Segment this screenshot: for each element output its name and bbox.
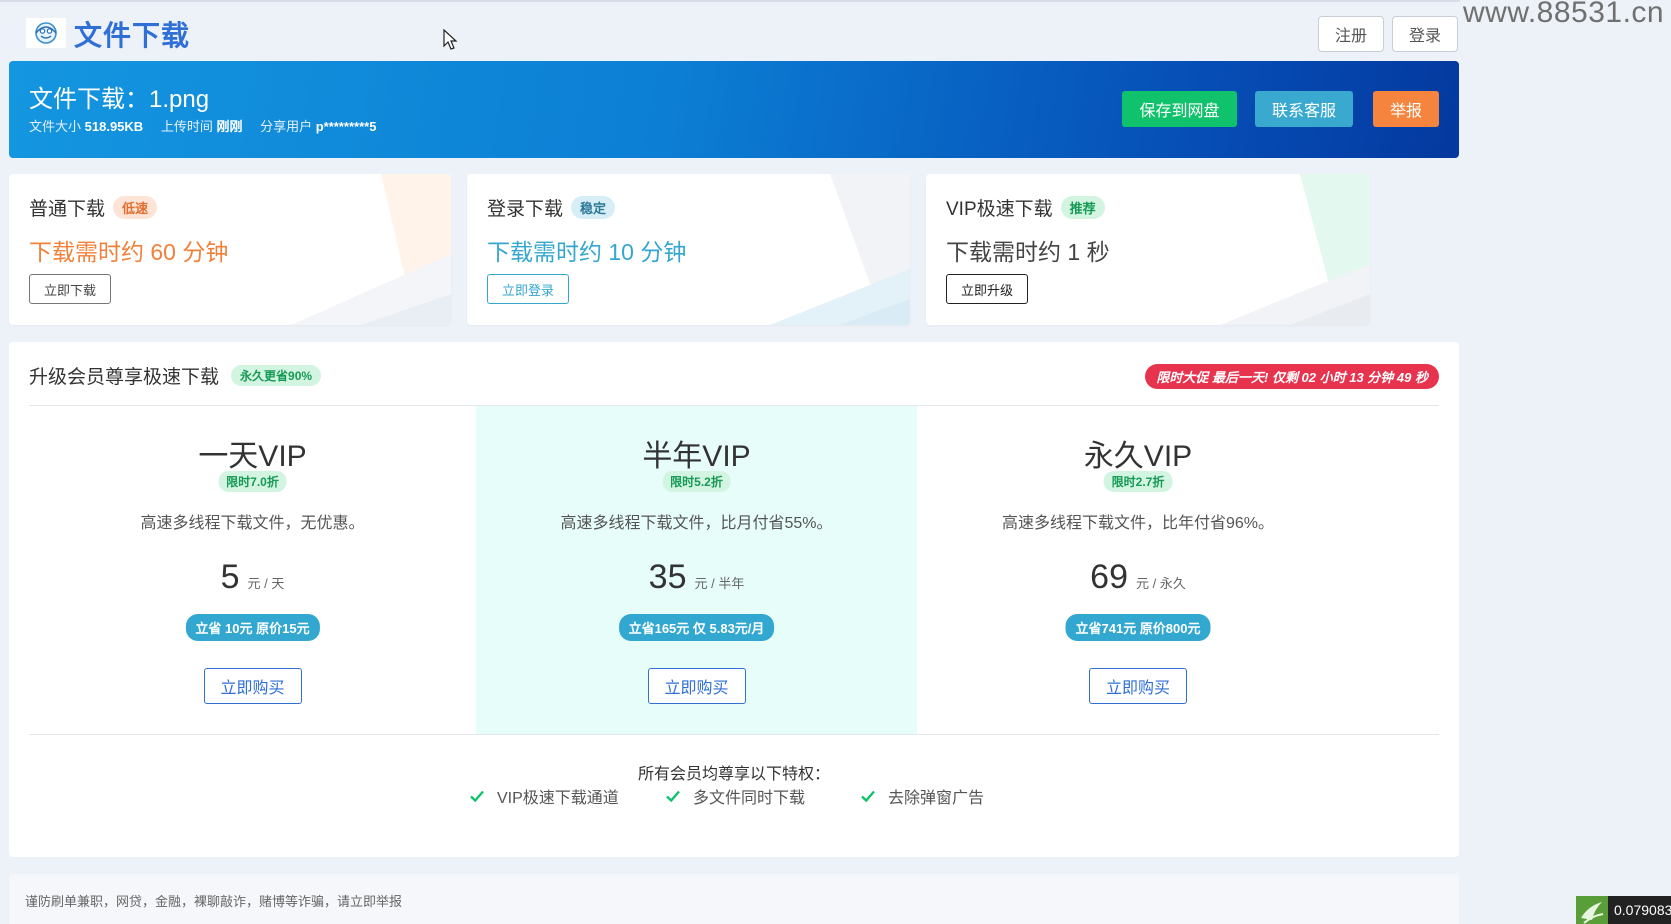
buy-one-day-button[interactable]: 立即购买: [203, 668, 302, 704]
check-icon: [666, 790, 680, 803]
check-icon: [470, 790, 484, 803]
plan-description: 高速多线程下载文件，无优惠。: [140, 515, 365, 532]
perk-label: 多文件同时下载: [693, 790, 806, 807]
header: 文件下载 注册 登录: [0, 2, 1460, 60]
report-button[interactable]: 举报: [1373, 91, 1439, 127]
normal-download-card: 普通下载 低速 下载需时约 60 分钟 立即下载: [9, 174, 451, 325]
site-title[interactable]: 文件下载: [74, 14, 190, 54]
plan-description: 高速多线程下载文件，比年付省96%。: [1001, 515, 1275, 532]
file-size-value: 518.95KB: [84, 119, 144, 134]
plan-discount-badge: 限时5.2折: [662, 471, 731, 492]
price-unit: 元 / 天: [247, 576, 285, 591]
promo-countdown-badge: 限时大促 最后一天! 仅剩 02 小时 13 分钟 49 秒: [1145, 364, 1439, 389]
file-info-banner: 文件下载：1.png 文件大小 518.95KB 上传时间 刚刚 分享用户 p*…: [9, 61, 1459, 158]
speed-tag: 推荐: [1060, 196, 1105, 219]
price-number: 69: [1090, 558, 1128, 596]
plan-name: 半年VIP: [642, 440, 751, 473]
plan-discount-badge: 限时7.0折: [218, 471, 287, 492]
login-download-card: 登录下载 稳定 下载需时约 10 分钟 立即登录: [467, 174, 910, 325]
check-icon: [861, 790, 875, 803]
contact-support-button[interactable]: 联系客服: [1255, 91, 1353, 127]
file-meta: 文件大小 518.95KB 上传时间 刚刚 分享用户 p*********5: [29, 116, 390, 135]
vip-upgrade-section: 升级会员尊享极速下载 永久更省90% 限时大促 最后一天! 仅剩 02 小时 1…: [9, 342, 1459, 857]
price-number: 5: [220, 558, 240, 596]
login-download-button[interactable]: 立即登录: [487, 274, 569, 304]
plan-savings-badge: 立省741元 原价800元: [1065, 614, 1211, 641]
price-unit: 元 / 半年: [694, 576, 745, 591]
plan-price: 69 元 / 永久: [917, 558, 1359, 597]
download-time: 下载需时约 1 秒: [946, 239, 1110, 265]
vip-title-tag: 永久更省90%: [231, 365, 322, 386]
perk-label: 去除弹窗广告: [888, 790, 985, 807]
buy-half-year-button[interactable]: 立即购买: [647, 668, 746, 704]
upload-time-label: 上传时间: [160, 119, 213, 134]
speed-tag: 低速: [113, 196, 158, 219]
register-button[interactable]: 注册: [1318, 16, 1384, 52]
speed-tag: 稳定: [571, 196, 616, 219]
fraud-warning-text: 谨防刷单兼职，网贷，金融，裸聊敲诈，赌博等诈骗，请立即举报: [25, 894, 403, 909]
plan-lifetime: 永久VIP 限时2.7折 高速多线程下载文件，比年付省96%。 69 元 / 永…: [917, 406, 1359, 734]
card-decoration-icon: [291, 174, 451, 325]
plan-half-year: 半年VIP 限时5.2折 高速多线程下载文件，比月付省55%。 35 元 / 半…: [476, 406, 917, 734]
download-time: 下载需时约 10 分钟: [487, 239, 687, 265]
vip-section-title: 升级会员尊享极速下载: [29, 367, 220, 388]
app-tray-icon[interactable]: [1576, 896, 1608, 924]
footer: 谨防刷单兼职，网贷，金融，裸聊敲诈，赌博等诈骗，请立即举报: [9, 874, 1459, 924]
card-title: 普通下载: [29, 199, 106, 220]
mouse-cursor-icon: [443, 29, 458, 50]
plan-name: 永久VIP: [1083, 440, 1193, 473]
divider: [29, 734, 1439, 735]
perks-title: 所有会员均尊享以下特权：: [637, 766, 830, 783]
plan-price: 35 元 / 半年: [476, 558, 917, 597]
normal-download-button[interactable]: 立即下载: [29, 274, 111, 304]
plan-name: 一天VIP: [198, 440, 307, 473]
plan-savings-badge: 立省 10元 原价15元: [185, 614, 320, 641]
plan-price: 5 元 / 天: [29, 558, 476, 597]
plan-description: 高速多线程下载文件，比月付省55%。: [560, 515, 833, 532]
share-user-label: 分享用户: [260, 119, 313, 134]
perk-item: 多文件同时下载: [665, 784, 805, 808]
card-title: 登录下载: [487, 199, 564, 220]
file-title: 文件下载：1.png: [29, 86, 210, 113]
card-title: VIP极速下载: [946, 199, 1053, 220]
plan-one-day: 一天VIP 限时7.0折 高速多线程下载文件，无优惠。 5 元 / 天 立省 1…: [29, 406, 476, 734]
card-decoration-icon: [770, 174, 910, 325]
site-logo[interactable]: [26, 18, 66, 48]
mascot-logo-icon: [35, 22, 57, 44]
download-time: 下载需时约 60 分钟: [29, 239, 229, 265]
price-number: 35: [648, 558, 687, 596]
perk-item: 去除弹窗广告: [860, 784, 984, 808]
perk-label: VIP极速下载通道: [497, 790, 619, 807]
card-decoration-icon: [1220, 174, 1370, 325]
plan-discount-badge: 限时2.7折: [1103, 471, 1173, 492]
upgrade-button[interactable]: 立即升级: [946, 274, 1028, 304]
buy-lifetime-button[interactable]: 立即购买: [1089, 668, 1187, 704]
plan-savings-badge: 立省165元 仅 5.83元/月: [618, 614, 775, 641]
corner-counter: 0.079083: [1608, 896, 1671, 924]
watermark-text: www.88531.cn: [1463, 0, 1665, 29]
save-to-cloud-button[interactable]: 保存到网盘: [1122, 91, 1237, 127]
vip-download-card: VIP极速下载 推荐 下载需时约 1 秒 立即升级: [926, 174, 1370, 325]
perk-item: VIP极速下载通道: [469, 784, 619, 808]
file-size-label: 文件大小: [29, 119, 82, 134]
price-unit: 元 / 永久: [1135, 576, 1186, 591]
login-button[interactable]: 登录: [1392, 16, 1458, 52]
share-user-value: p*********5: [315, 119, 377, 134]
upload-time-value: 刚刚: [216, 119, 243, 134]
